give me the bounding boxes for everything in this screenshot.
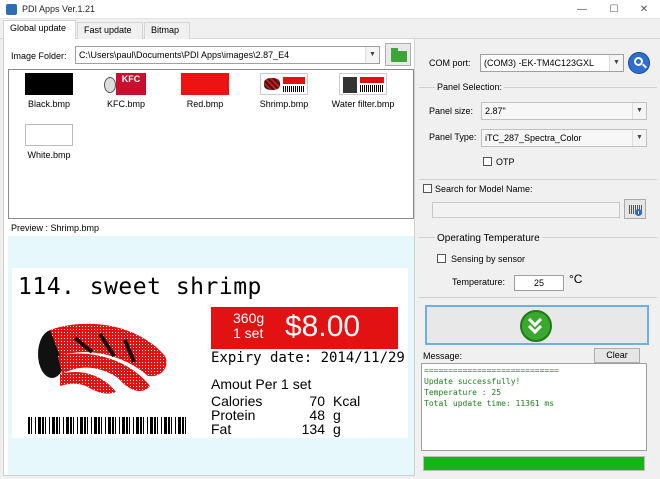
image-folder-label: Image Folder:	[11, 51, 67, 61]
tab-bitmap[interactable]: Bitmap	[144, 22, 190, 39]
image-item-kfc[interactable]: KFC KFC.bmp	[94, 73, 158, 109]
chevron-down-icon: ▼	[632, 130, 646, 146]
expiry-date: Expiry date: 2014/11/29	[211, 350, 405, 366]
panel-size-label: Panel size:	[429, 106, 474, 116]
progress-fill	[424, 457, 644, 470]
image-name: Red.bmp	[186, 99, 224, 109]
tab-global-update[interactable]: Global update	[3, 20, 76, 40]
shrimp-illustration	[38, 323, 167, 394]
image-item-red[interactable]: Red.bmp	[173, 73, 237, 109]
close-button[interactable]: ✕	[628, 0, 660, 19]
message-label: Message:	[423, 351, 463, 361]
image-thumbnail	[25, 124, 73, 146]
price: $8.00	[285, 310, 361, 343]
search-icon	[635, 209, 642, 216]
message-line: ============================	[424, 366, 559, 375]
sensing-sensor-label: Sensing by sensor	[451, 254, 526, 264]
image-name: Black.bmp	[27, 99, 71, 109]
operating-temperature-title: Operating Temperature	[435, 233, 542, 244]
image-item-shrimp[interactable]: Shrimp.bmp	[252, 73, 316, 109]
title-bar: PDI Apps Ver.1.21 — ☐ ✕	[0, 0, 660, 19]
image-thumbnail	[181, 73, 229, 95]
sensing-sensor-checkbox[interactable]	[437, 254, 446, 263]
search-model-checkbox[interactable]	[423, 184, 432, 193]
maximize-button[interactable]: ☐	[598, 0, 630, 19]
panel-size-select[interactable]: 2.87" ▼	[481, 102, 647, 120]
otp-checkbox[interactable]	[483, 157, 492, 166]
tab-bar: Global update Fast update Bitmap	[0, 20, 660, 40]
panel-type-select[interactable]: iTC_287_Spectra_Color ▼	[481, 129, 647, 147]
panel-selection-title: Panel Selection:	[435, 82, 505, 92]
global-update-panel: Image Folder: C:\Users\paul\Documents\PD…	[3, 39, 415, 476]
message-line: Total update time: 11361 ms	[424, 399, 555, 408]
search-model-label: Search for Model Name:	[435, 184, 533, 194]
chevron-down-icon: ▼	[632, 103, 646, 119]
download-icon	[520, 310, 552, 342]
tab-fast-update[interactable]: Fast update	[77, 22, 143, 39]
image-thumbnail: KFC	[102, 73, 150, 95]
panel-type-label: Panel Type:	[429, 132, 477, 142]
update-button[interactable]	[425, 305, 649, 345]
chevron-down-icon: ▼	[609, 55, 623, 71]
com-port-select[interactable]: (COM3) -EK-TM4C123GXL ▼	[480, 54, 624, 72]
scan-port-button[interactable]	[628, 52, 650, 74]
com-port-label: COM port:	[429, 58, 471, 68]
product-name: 114. sweet shrimp	[18, 274, 262, 300]
image-folder-path: C:\Users\paul\Documents\PDI Apps\images\…	[79, 50, 290, 60]
image-name: White.bmp	[27, 150, 71, 160]
minimize-button[interactable]: —	[566, 0, 598, 19]
temperature-input[interactable]: 25	[514, 275, 564, 291]
window-title: PDI Apps Ver.1.21	[22, 4, 96, 14]
image-thumbnail	[25, 73, 73, 95]
preview-image: 114. sweet shrimp 360g 1 set $8.00 Expir…	[12, 268, 408, 438]
settings-panel: COM port: (COM3) -EK-TM4C123GXL ▼ Panel …	[419, 39, 657, 476]
preview-label: Preview : Shrimp.bmp	[11, 223, 100, 233]
progress-bar	[423, 456, 645, 471]
image-list[interactable]: Black.bmp KFC KFC.bmp Red.bmp Shrimp.bmp…	[8, 69, 414, 219]
temperature-label: Temperature:	[452, 277, 506, 287]
message-line: Update successfully!	[424, 377, 521, 386]
browse-folder-button[interactable]	[385, 43, 411, 66]
barcode-scan-button[interactable]	[624, 199, 646, 219]
image-name: Shrimp.bmp	[259, 99, 309, 109]
quantity-set: 1 set	[233, 325, 264, 341]
otp-label: OTP	[496, 157, 515, 167]
image-folder-select[interactable]: C:\Users\paul\Documents\PDI Apps\images\…	[75, 46, 380, 64]
image-thumbnail	[339, 73, 387, 95]
kfc-logo: KFC	[116, 73, 146, 95]
image-thumbnail	[260, 73, 308, 95]
barcode	[28, 417, 188, 434]
amount-per: Amout Per 1 set	[211, 376, 312, 392]
message-log[interactable]: ============================ Update succ…	[421, 363, 647, 451]
app-icon	[6, 4, 17, 15]
image-item-water-filter[interactable]: Water filter.bmp	[331, 73, 395, 109]
divider	[419, 179, 657, 180]
image-item-white[interactable]: White.bmp	[17, 124, 81, 160]
folder-icon	[391, 48, 407, 62]
message-line: Temperature : 25	[424, 388, 502, 397]
preview-area: 114. sweet shrimp 360g 1 set $8.00 Expir…	[8, 236, 414, 475]
quantity-weight: 360g	[233, 310, 265, 326]
clear-button[interactable]: Clear	[594, 348, 640, 363]
model-name-input[interactable]	[432, 202, 620, 218]
price-box: 360g 1 set $8.00	[211, 307, 398, 349]
image-name: Water filter.bmp	[331, 99, 395, 109]
divider	[419, 297, 657, 298]
image-item-black[interactable]: Black.bmp	[17, 73, 81, 109]
colonel-portrait	[104, 77, 116, 93]
image-name: KFC.bmp	[106, 99, 145, 109]
temperature-unit: °C	[569, 272, 583, 286]
chevron-down-icon: ▼	[365, 47, 379, 63]
